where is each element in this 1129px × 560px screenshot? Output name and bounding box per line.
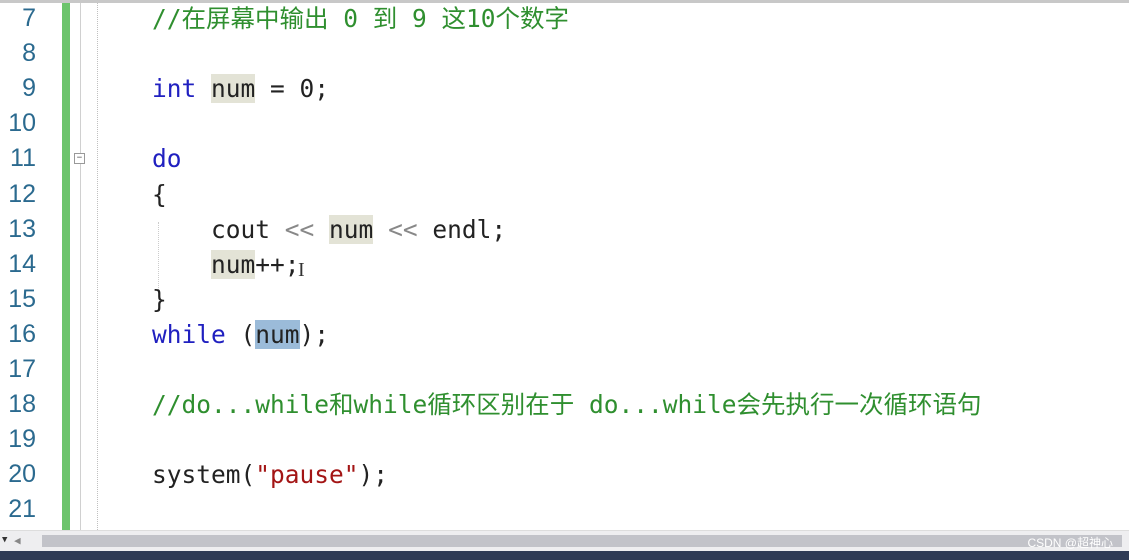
- code-text[interactable]: cout << num << endl;: [152, 212, 506, 247]
- line-number: 15: [8, 284, 36, 313]
- code-token: }: [152, 284, 167, 314]
- code-token: ++;: [255, 249, 300, 279]
- horizontal-scrollbar[interactable]: ▼ ◀ CSDN @超神心: [0, 530, 1129, 551]
- text-cursor-icon: I: [298, 259, 305, 281]
- scrollbar-thumb[interactable]: [42, 535, 1122, 547]
- code-line[interactable]: 13 cout << num << endl;: [0, 212, 1129, 247]
- code-token: num: [329, 214, 374, 244]
- line-number: 19: [8, 425, 36, 454]
- code-line[interactable]: 15}: [0, 282, 1129, 317]
- line-number: 17: [8, 355, 36, 383]
- code-text[interactable]: //在屏幕中输出 0 到 9 这10个数字: [152, 1, 569, 36]
- code-line[interactable]: 10: [0, 106, 1129, 141]
- code-text[interactable]: }: [152, 282, 167, 317]
- code-line[interactable]: 18 //do...while和while循环区别在于 do...while会先执…: [0, 387, 1129, 422]
- code-text[interactable]: //do...while和while循环区别在于 do...while会先执行一…: [152, 387, 982, 422]
- code-text[interactable]: system("pause");: [152, 457, 388, 492]
- code-token: do: [152, 144, 182, 174]
- code-line[interactable]: 21: [0, 492, 1129, 527]
- code-token: //do...while和while循环区别在于 do...while会先执行一…: [152, 390, 982, 420]
- code-text[interactable]: int num = 0;: [152, 71, 329, 106]
- code-token: //在屏幕中输出 0 到 9 这10个数字: [152, 4, 570, 33]
- code-line[interactable]: 16 while (num);: [0, 317, 1129, 352]
- line-number: 8: [22, 39, 36, 68]
- code-token: );: [299, 319, 330, 349]
- code-token: {: [152, 179, 167, 209]
- code-token: num: [211, 74, 256, 104]
- code-token: num: [255, 319, 300, 349]
- code-line[interactable]: 12 {: [0, 177, 1129, 212]
- line-number: 10: [8, 109, 36, 138]
- line-number: 14: [8, 249, 36, 278]
- line-number: 18: [8, 390, 36, 419]
- line-number: 16: [8, 319, 36, 348]
- line-number: 9: [22, 74, 36, 103]
- code-line[interactable]: 14 num++;: [0, 247, 1129, 282]
- code-line[interactable]: 7 //在屏幕中输出 0 到 9 这10个数字: [0, 1, 1129, 36]
- code-line[interactable]: 19: [0, 422, 1129, 457]
- code-token: cout: [152, 214, 285, 244]
- scroll-left-icon[interactable]: ◀: [14, 534, 21, 547]
- line-number: 21: [8, 495, 36, 524]
- code-line[interactable]: 17: [0, 352, 1129, 387]
- line-number: 11: [10, 144, 36, 173]
- code-token: while: [152, 319, 226, 349]
- code-text[interactable]: do: [152, 141, 182, 176]
- code-token: num: [211, 249, 256, 279]
- code-line[interactable]: 9 int num = 0;: [0, 71, 1129, 106]
- line-number: 13: [8, 214, 36, 243]
- line-number: 12: [8, 179, 36, 208]
- code-token: (: [225, 319, 256, 349]
- code-line[interactable]: 20 system("pause");: [0, 457, 1129, 492]
- dropdown-arrow-icon[interactable]: ▼: [2, 535, 7, 545]
- code-text[interactable]: {: [152, 177, 167, 212]
- code-token: "pause": [255, 460, 359, 490]
- code-token: system(: [152, 460, 256, 490]
- code-token: );: [358, 460, 389, 490]
- code-text[interactable]: while (num);: [152, 317, 329, 352]
- status-bar: [0, 551, 1129, 560]
- code-line[interactable]: 8: [0, 36, 1129, 71]
- code-token: <<: [388, 214, 418, 244]
- line-number: 7: [22, 4, 36, 32]
- code-token: = 0;: [255, 74, 330, 104]
- code-token: endl;: [417, 214, 507, 244]
- code-token: <<: [284, 214, 315, 244]
- code-line[interactable]: 11 do: [0, 141, 1129, 176]
- line-number: 20: [8, 460, 36, 489]
- code-token: int: [152, 74, 197, 104]
- code-text[interactable]: num++;: [152, 247, 300, 282]
- watermark: CSDN @超神心: [1027, 536, 1113, 550]
